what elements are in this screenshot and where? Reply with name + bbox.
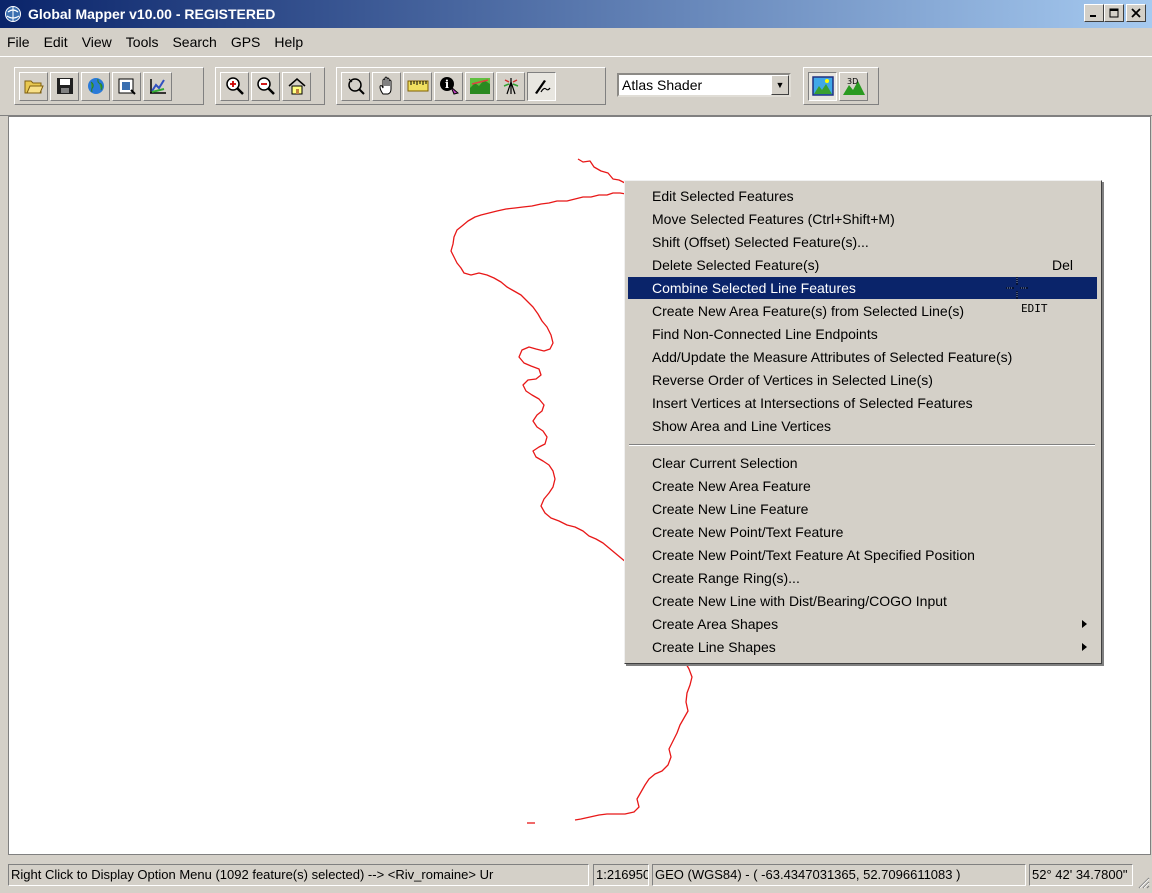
menu-item-show-vertices[interactable]: Show Area and Line Vertices [628, 415, 1097, 437]
cursor-mode-label: EDIT [1021, 302, 1048, 315]
pan-hand-icon[interactable] [372, 71, 401, 101]
menu-item-line-shapes[interactable]: Create Line Shapes [628, 636, 1097, 658]
measure-icon[interactable] [403, 71, 432, 101]
menu-item-label: Combine Selected Line Features [652, 280, 856, 296]
menu-separator [629, 444, 1095, 446]
menu-help[interactable]: Help [267, 34, 310, 50]
export-icon[interactable] [112, 71, 141, 101]
submenu-arrow-icon [1082, 620, 1087, 628]
overlay-control-icon[interactable] [143, 71, 172, 101]
menu-item-new-point[interactable]: Create New Point/Text Feature [628, 521, 1097, 543]
path-profile-icon[interactable] [465, 71, 494, 101]
menu-item-label: Find Non-Connected Line Endpoints [652, 326, 878, 342]
save-icon[interactable] [50, 71, 79, 101]
menu-item-shortcut: Del [1051, 257, 1073, 273]
menu-item-label: Insert Vertices at Intersections of Sele… [652, 395, 973, 411]
toolbar-zoom-group [215, 67, 325, 105]
menu-item-label: Create Line Shapes [652, 639, 776, 655]
menu-item-label: Move Selected Features (Ctrl+Shift+M) [652, 211, 895, 227]
menu-item-label: Create New Line Feature [652, 501, 809, 517]
menu-item-label: Delete Selected Feature(s) [652, 257, 820, 273]
menu-edit[interactable]: Edit [37, 34, 75, 50]
crosshair-cursor-icon [1006, 277, 1028, 299]
menu-item-label: Clear Current Selection [652, 455, 798, 471]
digitizer-icon[interactable] [527, 71, 556, 101]
menu-item-label: Reverse Order of Vertices in Selected Li… [652, 372, 933, 388]
toolbar-file-group [14, 67, 204, 105]
status-latlon: 52° 42' 34.7800" I [1029, 864, 1133, 886]
shader-select-value: Atlas Shader [622, 77, 703, 93]
menu-tools[interactable]: Tools [119, 34, 166, 50]
zoom-in-icon[interactable] [220, 71, 249, 101]
menu-item-reverse-vertices[interactable]: Reverse Order of Vertices in Selected Li… [628, 369, 1097, 391]
app-globe-icon [5, 6, 21, 22]
open-icon[interactable] [19, 71, 48, 101]
menu-item-label: Create New Point/Text Feature [652, 524, 844, 540]
menu-item-label: Create New Area Feature [652, 478, 811, 494]
menu-item-cogo-line[interactable]: Create New Line with Dist/Bearing/COGO I… [628, 590, 1097, 612]
menu-gps[interactable]: GPS [224, 34, 268, 50]
menu-item-new-line[interactable]: Create New Line Feature [628, 498, 1097, 520]
title-bar: Global Mapper v10.00 - REGISTERED [0, 0, 1152, 28]
3d-view-label: 3D [847, 77, 858, 86]
3d-view-icon[interactable]: 3D [839, 71, 868, 101]
menu-item-shift-offset[interactable]: Shift (Offset) Selected Feature(s)... [628, 231, 1097, 253]
toolbar: i Atlas Shader ▼ 3D [0, 56, 1152, 116]
menu-item-move-selected[interactable]: Move Selected Features (Ctrl+Shift+M) [628, 208, 1097, 230]
menu-item-label: Edit Selected Features [652, 188, 794, 204]
menu-item-label: Create Range Ring(s)... [652, 570, 800, 586]
maximize-icon[interactable] [1104, 4, 1124, 22]
menu-item-label: Add/Update the Measure Attributes of Sel… [652, 349, 1013, 365]
resize-grip-icon[interactable] [1136, 875, 1150, 889]
minimize-icon[interactable] [1084, 4, 1104, 22]
menu-item-label: Create New Area Feature(s) from Selected… [652, 303, 965, 319]
window-controls [1084, 4, 1146, 22]
submenu-arrow-icon [1082, 643, 1087, 651]
menu-search[interactable]: Search [165, 34, 223, 50]
menu-item-delete-selected[interactable]: Delete Selected Feature(s) Del [628, 254, 1097, 276]
menu-item-range-rings[interactable]: Create Range Ring(s)... [628, 567, 1097, 589]
zoom-out-icon[interactable] [251, 71, 280, 101]
status-bar: Right Click to Display Option Menu (1092… [0, 859, 1152, 893]
home-icon[interactable] [282, 71, 311, 101]
menu-item-edit-selected[interactable]: Edit Selected Features [628, 185, 1097, 207]
close-icon[interactable] [1126, 4, 1146, 22]
context-menu: Edit Selected Features Move Selected Fea… [624, 180, 1102, 664]
menu-item-clear-selection[interactable]: Clear Current Selection [628, 452, 1097, 474]
menu-view[interactable]: View [75, 34, 119, 50]
feature-info-icon[interactable]: i [434, 71, 463, 101]
globe-icon[interactable] [81, 71, 110, 101]
shader-select[interactable]: Atlas Shader ▼ [617, 73, 791, 97]
menu-item-find-non-connected[interactable]: Find Non-Connected Line Endpoints [628, 323, 1097, 345]
menu-item-label: Create Area Shapes [652, 616, 779, 632]
menu-item-label: Shift (Offset) Selected Feature(s)... [652, 234, 869, 250]
menu-bar: File Edit View Tools Search GPS Help [0, 28, 1152, 56]
2d-view-icon[interactable] [808, 71, 837, 101]
svg-text:i: i [444, 78, 448, 91]
menu-item-label: Create New Point/Text Feature At Specifi… [652, 547, 975, 563]
menu-item-area-shapes[interactable]: Create Area Shapes [628, 613, 1097, 635]
menu-item-new-area[interactable]: Create New Area Feature [628, 475, 1097, 497]
view-shed-icon[interactable] [496, 71, 525, 101]
toolbar-tools-group: i [336, 67, 606, 105]
menu-file[interactable]: File [0, 34, 37, 50]
status-scale: 1:2169500 [593, 864, 649, 886]
menu-item-insert-vertices[interactable]: Insert Vertices at Intersections of Sele… [628, 392, 1097, 414]
menu-item-label: Show Area and Line Vertices [652, 418, 832, 434]
menu-item-update-measure[interactable]: Add/Update the Measure Attributes of Sel… [628, 346, 1097, 368]
status-message: Right Click to Display Option Menu (1092… [8, 864, 589, 886]
window-title: Global Mapper v10.00 - REGISTERED [28, 6, 276, 22]
menu-item-new-point-at-position[interactable]: Create New Point/Text Feature At Specifi… [628, 544, 1097, 566]
menu-item-label: Create New Line with Dist/Bearing/COGO I… [652, 593, 947, 609]
chevron-down-icon[interactable]: ▼ [771, 75, 789, 95]
zoom-box-icon[interactable] [341, 71, 370, 101]
toolbar-view-group: 3D [803, 67, 879, 105]
status-coordinates: GEO (WGS84) - ( -63.4347031365, 52.70966… [652, 864, 1026, 886]
